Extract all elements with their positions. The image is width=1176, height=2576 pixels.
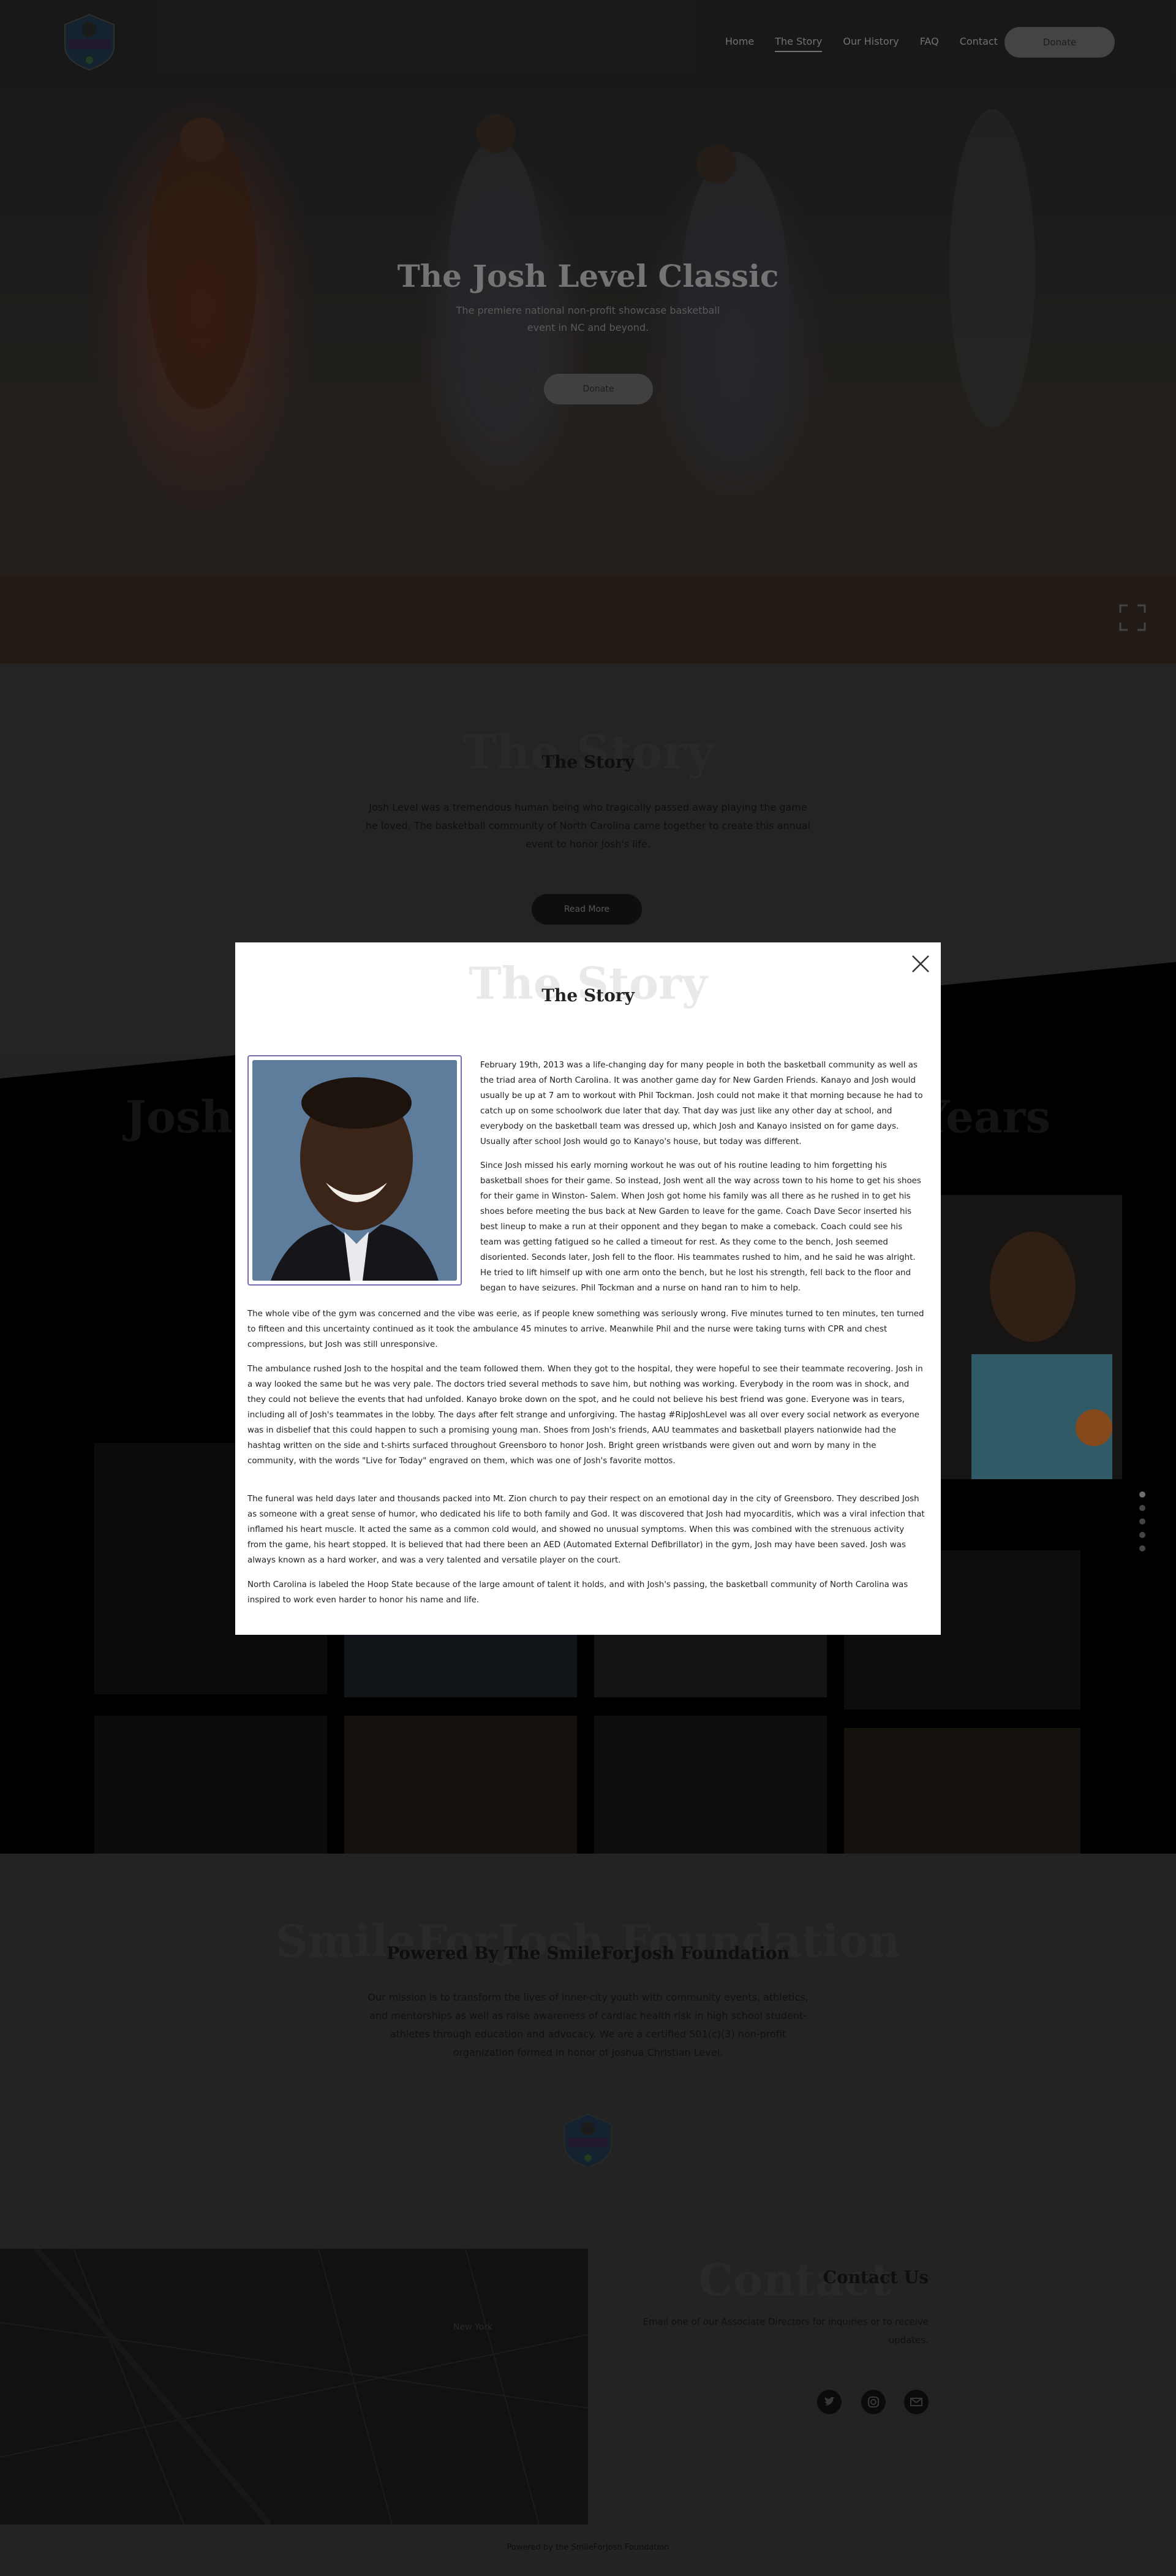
- story-modal: The Story The Story February 19th, 2013 …: [235, 942, 941, 1635]
- portrait-frame: [247, 1055, 462, 1286]
- story-paragraph: The whole vibe of the gym was concerned …: [247, 1309, 924, 1349]
- story-paragraph: North Carolina is labeled the Hoop State…: [247, 1580, 908, 1605]
- story-paragraph: February 19th, 2013 was a life-changing …: [480, 1061, 923, 1146]
- josh-level-portrait: [252, 1060, 457, 1281]
- story-paragraph: The funeral was held days later and thou…: [247, 1494, 925, 1565]
- modal-title: The Story: [541, 985, 635, 1006]
- story-paragraph: The ambulance rushed Josh to the hospita…: [247, 1365, 923, 1466]
- story-paragraph: Since Josh missed his early morning work…: [480, 1161, 921, 1293]
